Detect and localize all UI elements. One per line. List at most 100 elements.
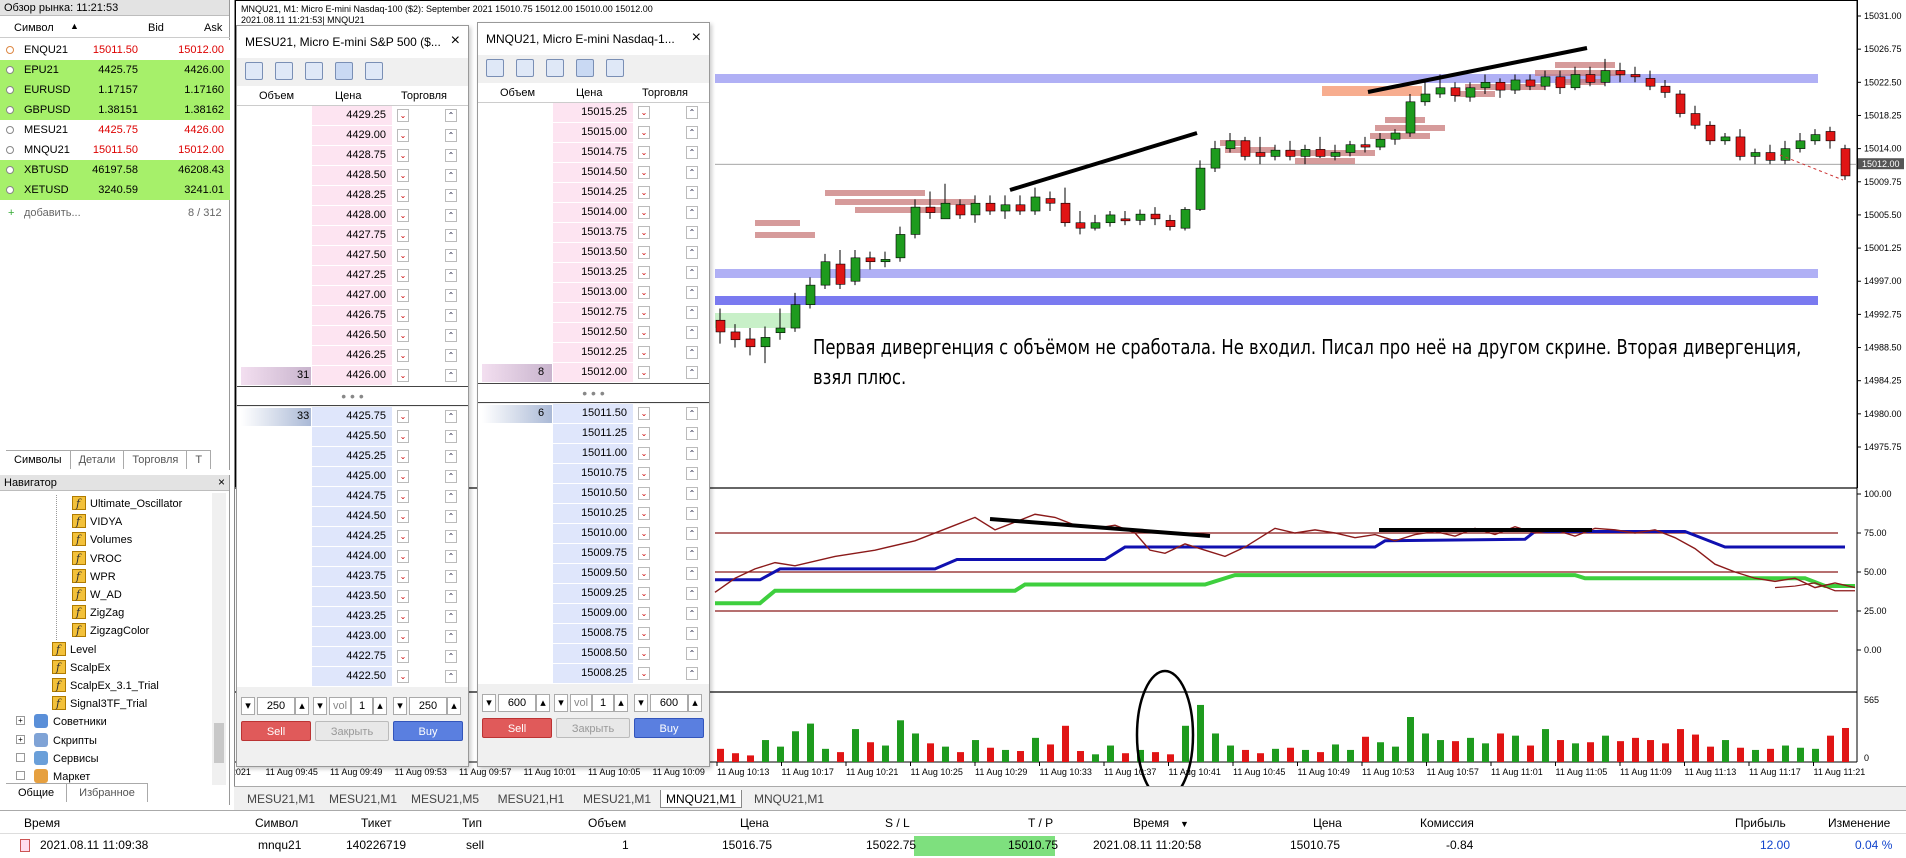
navigator-item[interactable]: Level bbox=[52, 641, 96, 659]
sell-limit-icon[interactable]: ⌄ bbox=[638, 346, 650, 359]
sell-limit-icon[interactable]: ⌄ bbox=[638, 326, 650, 339]
buy-stop-icon[interactable]: ⌃ bbox=[445, 269, 457, 282]
navigator-item[interactable]: Ultimate_Oscillator bbox=[72, 495, 182, 513]
dom-bid-row[interactable]: 15009.75 ⌄ ⌃ bbox=[478, 544, 709, 564]
tab-details[interactable]: Детали bbox=[71, 451, 125, 469]
sell-stop-icon[interactable]: ⌄ bbox=[397, 410, 409, 423]
buy-stop-icon[interactable]: ⌃ bbox=[686, 146, 698, 159]
expand-icon[interactable] bbox=[16, 752, 25, 762]
buy-stop-icon[interactable]: ⌃ bbox=[445, 289, 457, 302]
buy-stop-icon[interactable]: ⌃ bbox=[686, 186, 698, 199]
market-watch-row[interactable]: XETUSD 3240.59 3241.01 bbox=[0, 180, 230, 200]
buy-limit-icon[interactable]: ⌃ bbox=[445, 470, 457, 483]
expand-icon[interactable]: + bbox=[16, 716, 25, 726]
buy-limit-icon[interactable]: ⌃ bbox=[686, 627, 698, 640]
dom-bid-row[interactable]: 4424.50 ⌄ ⌃ bbox=[237, 507, 468, 527]
chart-tab[interactable]: MNQU21,M1 bbox=[748, 790, 830, 808]
sell-limit-icon[interactable]: ⌄ bbox=[638, 146, 650, 159]
sell-stop-icon[interactable]: ⌄ bbox=[638, 507, 650, 520]
sell-stop-icon[interactable]: ⌄ bbox=[638, 647, 650, 660]
chart-tab[interactable]: MESU21,M1 bbox=[240, 790, 322, 808]
dom-ask-row[interactable]: 15013.75 ⌄ ⌃ bbox=[478, 223, 709, 243]
sell-stop-icon[interactable]: ⌄ bbox=[638, 407, 650, 420]
tab-favorites[interactable]: Избранное bbox=[67, 784, 148, 802]
sell-stop-icon[interactable]: ⌄ bbox=[397, 510, 409, 523]
buy-limit-icon[interactable]: ⌃ bbox=[445, 510, 457, 523]
chart-tab-active[interactable]: MNQU21,M1 bbox=[660, 790, 742, 808]
sell-stop-icon[interactable]: ⌄ bbox=[638, 627, 650, 640]
sell-limit-icon[interactable]: ⌄ bbox=[638, 106, 650, 119]
dom-bid-row[interactable]: 15009.50 ⌄ ⌃ bbox=[478, 564, 709, 584]
sell-limit-icon[interactable]: ⌄ bbox=[638, 306, 650, 319]
sell-button[interactable]: Sell bbox=[241, 721, 311, 741]
sell-limit-icon[interactable]: ⌄ bbox=[638, 206, 650, 219]
vol-input[interactable]: 1 bbox=[592, 694, 614, 712]
sell-limit-icon[interactable]: ⌄ bbox=[397, 169, 409, 182]
sell-limit-icon[interactable]: ⌄ bbox=[397, 129, 409, 142]
dom-bid-row[interactable]: 15011.00 ⌄ ⌃ bbox=[478, 444, 709, 464]
dom-ask-row[interactable]: 4428.25 ⌄ ⌃ bbox=[237, 186, 468, 206]
dom-ask-row[interactable]: 4427.75 ⌄ ⌃ bbox=[237, 226, 468, 246]
dom-bid-row[interactable]: 15009.25 ⌄ ⌃ bbox=[478, 584, 709, 604]
buy-stop-icon[interactable]: ⌃ bbox=[686, 266, 698, 279]
dom-window-mesu[interactable]: MESU21, Micro E-mini S&P 500 ($... × Объем… bbox=[236, 25, 469, 767]
buy-stop-icon[interactable]: ⌃ bbox=[445, 369, 457, 382]
buy-stop-icon[interactable]: ⌃ bbox=[686, 306, 698, 319]
sell-limit-icon[interactable]: ⌄ bbox=[397, 189, 409, 202]
sell-limit-icon[interactable]: ⌄ bbox=[397, 149, 409, 162]
vol-up[interactable]: ▴ bbox=[373, 697, 387, 715]
buy-limit-icon[interactable]: ⌃ bbox=[445, 430, 457, 443]
qty-left-input[interactable]: 600 bbox=[498, 694, 536, 712]
th-price2[interactable]: Цена bbox=[1313, 816, 1342, 830]
chart-tab[interactable]: MESU21,M1 bbox=[576, 790, 658, 808]
market-watch-row[interactable]: XBTUSD 46197.58 46208.43 bbox=[0, 160, 230, 180]
buy-limit-icon[interactable]: ⌃ bbox=[445, 450, 457, 463]
buy-limit-icon[interactable]: ⌃ bbox=[686, 427, 698, 440]
buy-limit-icon[interactable]: ⌃ bbox=[445, 630, 457, 643]
chart-tab[interactable]: MESU21,M5 bbox=[404, 790, 486, 808]
dom-ask-row[interactable]: 4428.00 ⌄ ⌃ bbox=[237, 206, 468, 226]
tab-trading[interactable]: Торговля bbox=[124, 451, 188, 469]
dom-ask-row[interactable]: 15012.75 ⌄ ⌃ bbox=[478, 303, 709, 323]
dom-ask-row[interactable]: 15012.50 ⌄ ⌃ bbox=[478, 323, 709, 343]
th-volume[interactable]: Объем bbox=[588, 816, 626, 830]
qty-left-down[interactable]: ▾ bbox=[482, 694, 496, 712]
dom-ask-row[interactable]: 4428.50 ⌄ ⌃ bbox=[237, 166, 468, 186]
dom-ask-row[interactable]: 15015.25 ⌄ ⌃ bbox=[478, 103, 709, 123]
vol-input[interactable]: 1 bbox=[351, 697, 373, 715]
dom-ask-row[interactable]: 15014.50 ⌄ ⌃ bbox=[478, 163, 709, 183]
sell-stop-icon[interactable]: ⌄ bbox=[638, 487, 650, 500]
close-icon[interactable]: × bbox=[451, 33, 460, 49]
order-book-icon[interactable] bbox=[335, 62, 353, 80]
sell-stop-icon[interactable]: ⌄ bbox=[638, 607, 650, 620]
dom-bid-row[interactable]: 4423.25 ⌄ ⌃ bbox=[237, 607, 468, 627]
td-time[interactable]: 2021.08.11 11:09:38 bbox=[40, 838, 148, 852]
buy-stop-icon[interactable]: ⌃ bbox=[686, 286, 698, 299]
th-profit[interactable]: Прибыль bbox=[1735, 816, 1786, 830]
buy-limit-icon[interactable]: ⌃ bbox=[445, 590, 457, 603]
dom-ask-row[interactable]: 15013.00 ⌄ ⌃ bbox=[478, 283, 709, 303]
qty-left-input[interactable]: 250 bbox=[257, 697, 295, 715]
buy-stop-icon[interactable]: ⌃ bbox=[686, 346, 698, 359]
dom-bid-row[interactable]: 4424.75 ⌄ ⌃ bbox=[237, 487, 468, 507]
buy-limit-icon[interactable]: ⌃ bbox=[686, 647, 698, 660]
buy-stop-icon[interactable]: ⌃ bbox=[445, 249, 457, 262]
chart-icon[interactable] bbox=[486, 59, 504, 77]
dom-bid-row[interactable]: 4424.25 ⌄ ⌃ bbox=[237, 527, 468, 547]
buy-stop-icon[interactable]: ⌃ bbox=[686, 226, 698, 239]
dom-ask-row[interactable]: 15012.25 ⌄ ⌃ bbox=[478, 343, 709, 363]
sell-limit-icon[interactable]: ⌄ bbox=[638, 286, 650, 299]
buy-stop-icon[interactable]: ⌃ bbox=[686, 366, 698, 379]
dom-title[interactable]: MNQU21, Micro E-mini Nasdaq-1... bbox=[478, 23, 709, 55]
config-icon[interactable] bbox=[606, 59, 624, 77]
th-ticket[interactable]: Тикет bbox=[361, 816, 392, 830]
sell-limit-icon[interactable]: ⌄ bbox=[397, 209, 409, 222]
buy-stop-icon[interactable]: ⌃ bbox=[445, 149, 457, 162]
dom-ask-row[interactable]: 15013.50 ⌄ ⌃ bbox=[478, 243, 709, 263]
sell-limit-icon[interactable]: ⌄ bbox=[397, 369, 409, 382]
navigator-item[interactable]: VROC bbox=[72, 550, 122, 568]
dom-ask-row[interactable]: 4428.75 ⌄ ⌃ bbox=[237, 146, 468, 166]
qty-right-up[interactable]: ▴ bbox=[447, 697, 461, 715]
buy-stop-icon[interactable]: ⌃ bbox=[686, 246, 698, 259]
sell-stop-icon[interactable]: ⌄ bbox=[397, 490, 409, 503]
